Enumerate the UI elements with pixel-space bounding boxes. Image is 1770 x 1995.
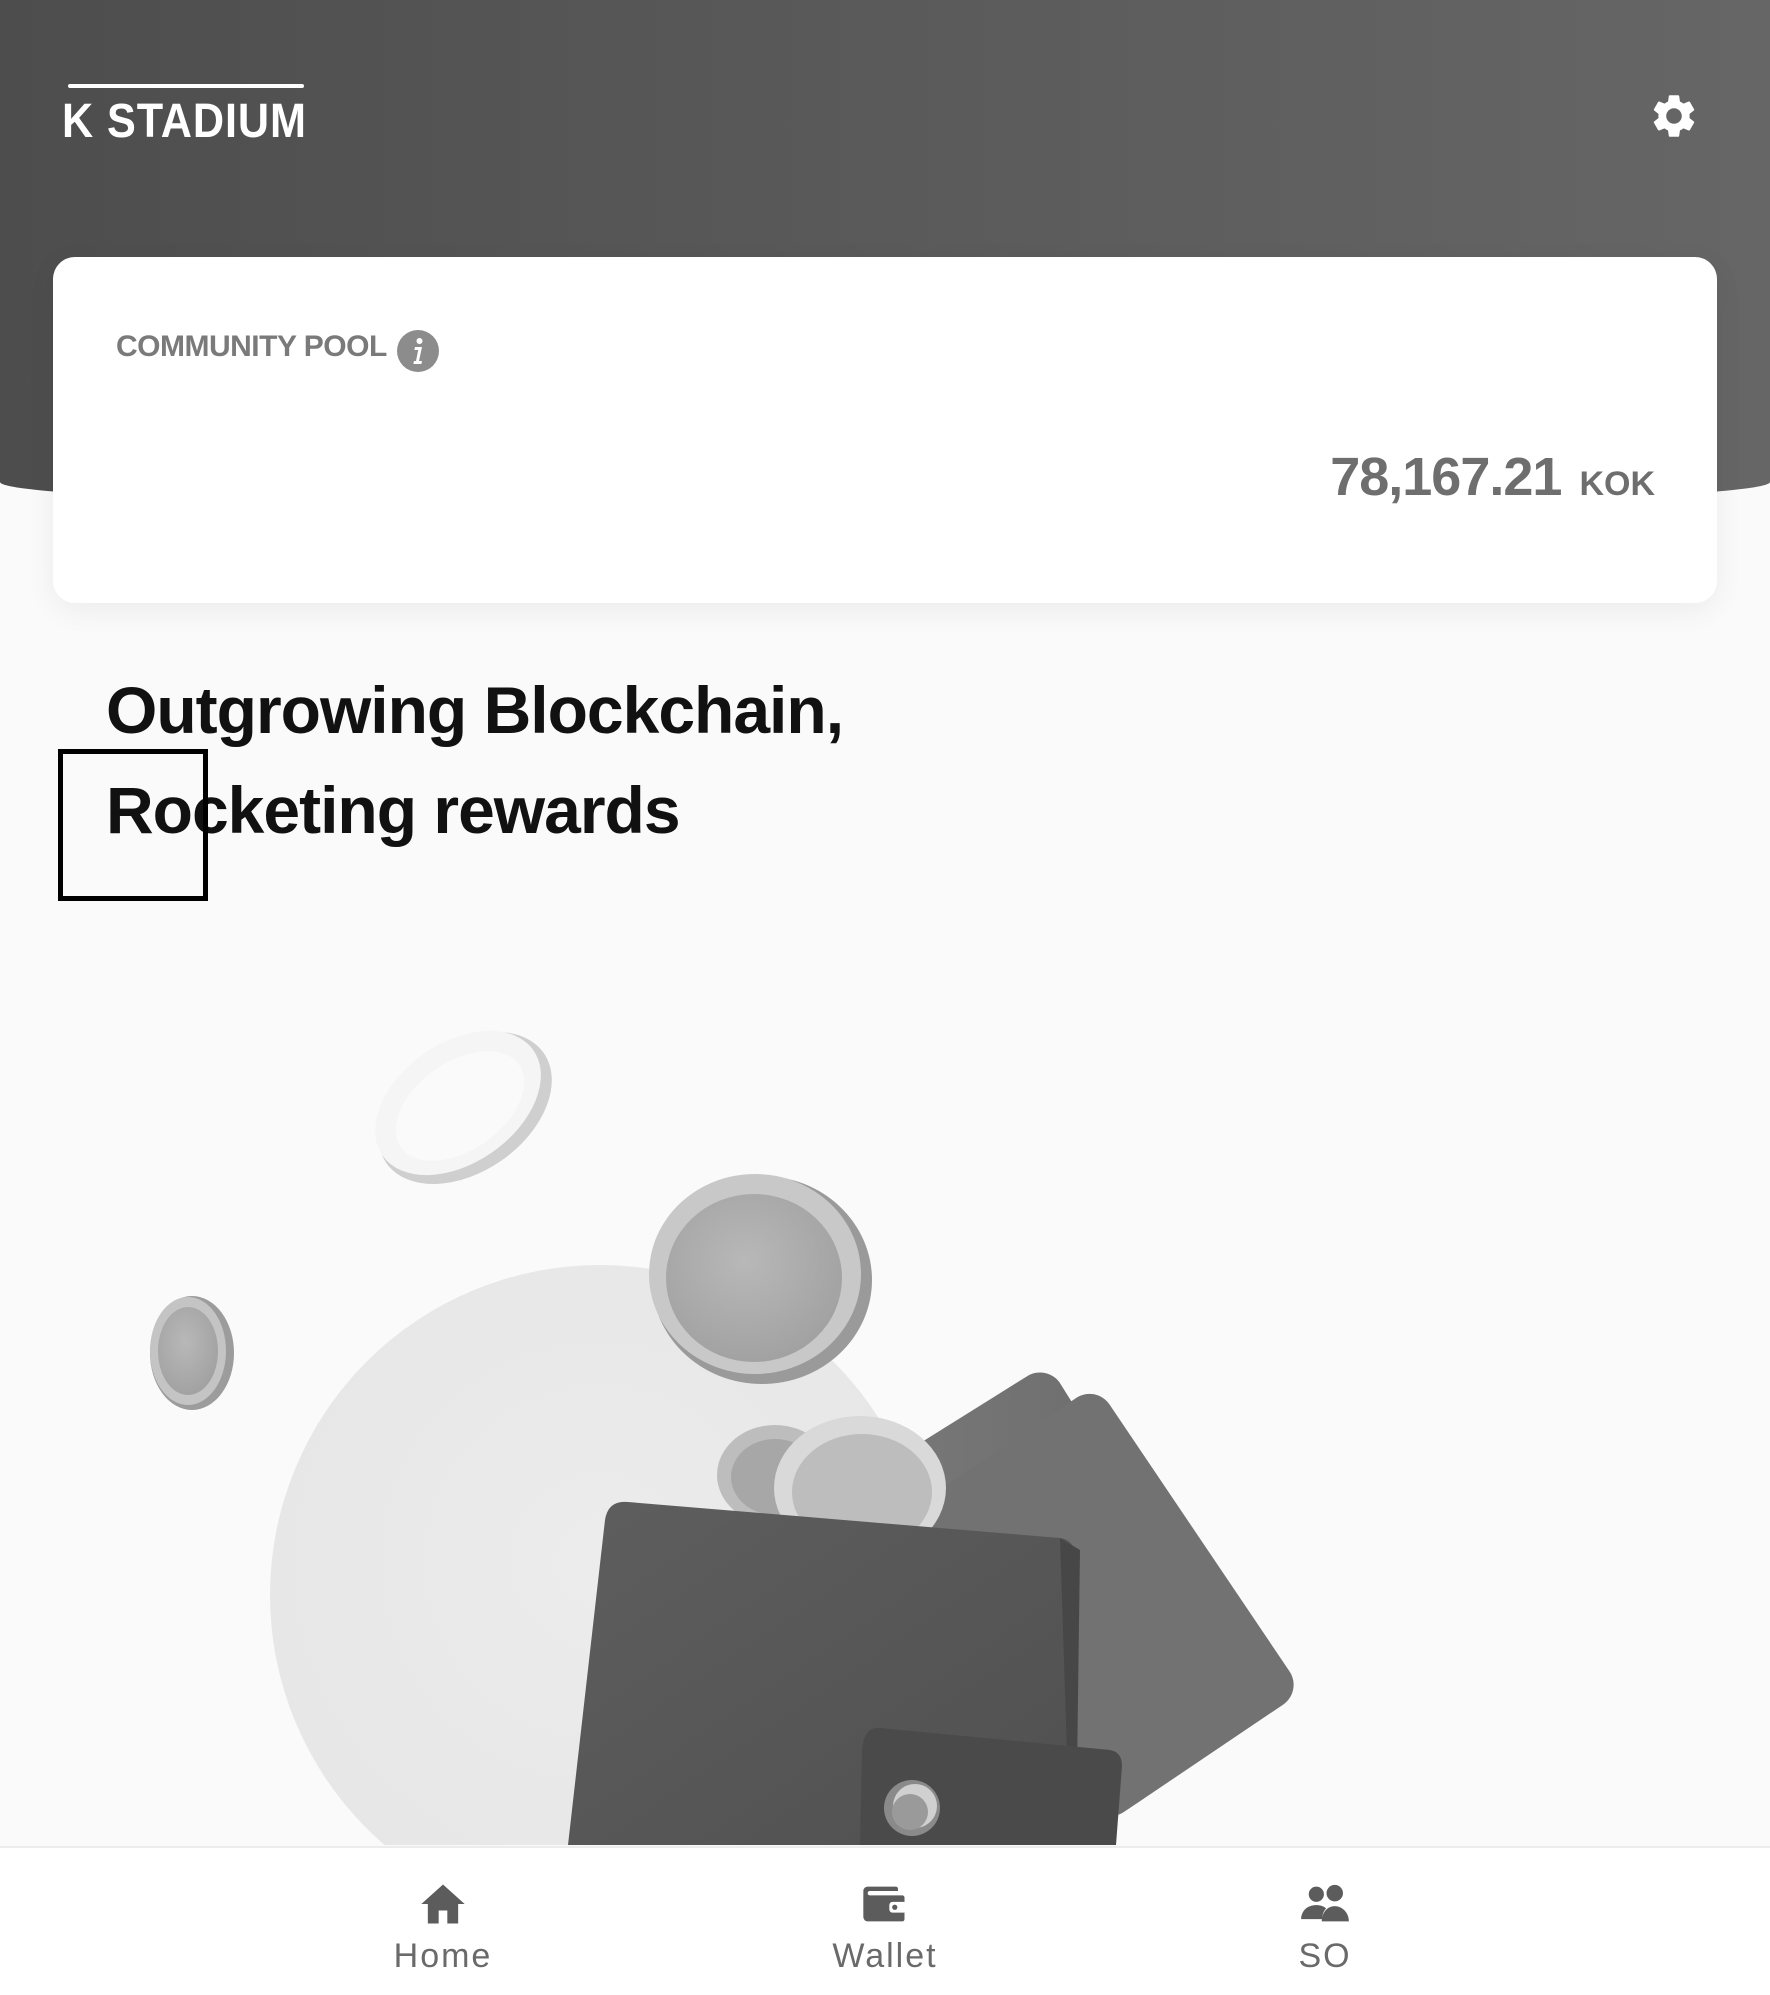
ring-coin xyxy=(375,1030,552,1185)
hero-line-1: Outgrowing Blockchain, xyxy=(106,673,844,747)
nav-home-label: Home xyxy=(393,1937,493,1975)
info-icon-graphic xyxy=(397,330,439,372)
community-pool-label: COMMUNITY POOL xyxy=(116,330,387,363)
wallet-body xyxy=(568,1501,1122,1845)
focus-highlight-box xyxy=(58,749,208,901)
logo-text: K STADIUM xyxy=(62,95,307,148)
wallet-coins-illustration xyxy=(150,1030,1294,1845)
nav-so[interactable]: SO xyxy=(1175,1848,1475,1995)
home-screen: K STADIUM COMMUNITY POOL 78,167.21 KOK Ou… xyxy=(0,0,1770,1995)
nav-home[interactable]: Home xyxy=(293,1848,593,1995)
hero-line-2: Rocketing rewards xyxy=(106,773,681,847)
community-pool-amount: 78,167.21 KOK xyxy=(1330,447,1655,521)
pool-unit: KOK xyxy=(1579,465,1655,503)
pool-value: 78,167.21 xyxy=(1330,447,1562,507)
logo-underline xyxy=(68,84,304,88)
gear-icon xyxy=(1653,95,1695,137)
info-icon[interactable] xyxy=(397,330,439,372)
community-pool-card: COMMUNITY POOL 78,167.21 KOK xyxy=(53,257,1717,603)
nav-so-label: SO xyxy=(1298,1937,1352,1975)
users-icon xyxy=(1301,1884,1349,1922)
nav-wallet-label: Wallet xyxy=(832,1937,938,1975)
settings-button[interactable] xyxy=(1648,90,1700,142)
wallet-icon xyxy=(863,1886,907,1922)
nav-wallet[interactable]: Wallet xyxy=(735,1848,1035,1995)
small-coin xyxy=(150,1296,234,1410)
hero-headline: Outgrowing Blockchain, Rocketing rewards xyxy=(106,660,844,860)
home-icon xyxy=(421,1884,465,1924)
bottom-navigation: Home Wallet SO xyxy=(0,1846,1770,1995)
